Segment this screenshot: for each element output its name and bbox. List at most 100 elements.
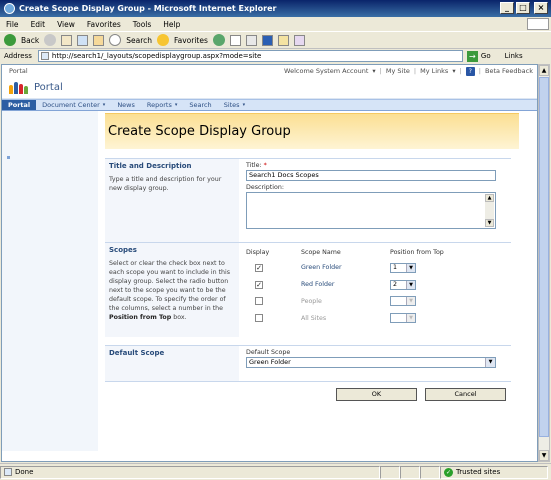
tab-label: Search [189,101,212,109]
position-value [391,297,406,305]
cancel-button[interactable]: Cancel [425,388,506,401]
tab-search[interactable]: Search [183,100,217,110]
section-heading: Title and Description [109,162,192,170]
back-arrow-icon[interactable] [4,34,16,46]
go-arrow-icon: → [466,50,478,62]
title-input[interactable]: Search1 Docs Scopes [246,170,496,181]
scope-name: Green Folder [301,264,342,271]
search-icon[interactable] [109,34,122,46]
print-icon[interactable] [245,34,257,46]
links-button[interactable]: Links [505,52,523,60]
top-links: Welcome System Account ▾ | My Site | My … [284,66,533,76]
favorites-star-icon[interactable] [157,34,169,46]
my-site-link[interactable]: My Site [386,67,410,75]
help-icon[interactable]: ? [465,66,475,76]
tab-label: Portal [8,101,31,109]
main-content: Create Scope Display Group Title and Des… [98,111,537,451]
stop-icon[interactable] [61,34,73,46]
ok-button[interactable]: OK [336,388,417,401]
section-description: Select or clear the check box next to ea… [109,259,235,322]
menu-view[interactable]: View [57,20,75,29]
chevron-down-icon: ▼ [406,297,415,305]
tab-news[interactable]: News [111,100,141,110]
mail-icon[interactable] [229,34,241,46]
chevron-down-icon: ▼ [485,358,495,367]
separator: | [413,67,417,75]
default-scope-value: Green Folder [249,358,291,366]
required-marker: * [263,162,267,169]
tab-label: Document Center [42,101,100,109]
default-scope-select[interactable]: Green Folder ▼ [246,357,496,368]
display-checkbox[interactable]: ✓ [255,263,263,272]
home-icon[interactable] [93,34,105,46]
address-bar: Address http://search1/_layouts/scopedis… [0,48,551,63]
default-scope-label: Default Scope [246,349,291,356]
table-header-row: Display Scope Name Position from Top [246,246,486,259]
menu-tools[interactable]: Tools [133,20,151,29]
chevron-down-icon: ▼ [406,314,415,322]
address-input[interactable]: http://search1/_layouts/scopedisplaygrou… [37,50,463,62]
word-icon[interactable] [261,34,273,46]
tab-document-center[interactable]: Document Center ▾ [36,100,111,110]
scopes-section: Scopes Select or clear the check box nex… [105,242,511,337]
security-zone[interactable]: ✓ Trusted sites [440,465,548,479]
my-links-menu[interactable]: My Links [420,67,448,75]
table-row: ✓ Red Folder 2 ▼ [246,276,486,293]
scope-name: People [301,298,322,305]
menu-file[interactable]: File [6,20,19,29]
tab-portal[interactable]: Portal [2,100,37,110]
site-name[interactable]: Portal [34,82,63,93]
menu-help[interactable]: Help [163,20,180,29]
folder-icon[interactable] [277,34,289,46]
position-select[interactable]: ▼ [390,313,416,323]
beta-feedback-link[interactable]: Beta Feedback [485,67,533,75]
menu-favorites[interactable]: Favorites [87,20,121,29]
minimize-button[interactable]: _ [500,2,514,14]
forward-arrow-icon[interactable] [44,34,57,46]
checkmark-icon: ✓ [444,467,453,477]
page-scrollbar[interactable]: ▲ ▼ [538,64,550,462]
display-checkbox[interactable] [255,296,263,305]
tab-reports[interactable]: Reports ▾ [141,100,183,110]
chevron-down-icon: ▾ [174,102,178,108]
breadcrumb[interactable]: Portal [9,67,28,75]
status-bar: Done ✓ Trusted sites [0,463,551,480]
scopes-table: Display Scope Name Position from Top ✓ G… [246,246,486,327]
separator: | [379,67,382,75]
position-value: 1 [393,263,398,271]
messenger-icon[interactable] [293,34,305,46]
browser-toolbar: Back Search Favorites [0,31,551,48]
go-button[interactable]: → Go [466,50,491,62]
scroll-thumb[interactable] [539,77,549,437]
scroll-up-icon[interactable]: ▲ [485,194,494,202]
table-row: ✓ Green Folder 1 ▼ [246,259,486,276]
sharepoint-top-bar: Portal Welcome System Account ▾ | My Sit… [2,65,537,77]
position-select[interactable]: 1 ▼ [390,262,416,273]
scroll-down-icon[interactable]: ▼ [485,219,494,227]
position-select[interactable]: 2 ▼ [390,279,416,290]
search-button[interactable]: Search [126,36,152,45]
refresh-icon[interactable] [77,34,89,46]
menu-edit[interactable]: Edit [31,20,46,29]
position-select[interactable]: ▼ [390,296,416,306]
favorites-button[interactable]: Favorites [174,36,208,45]
description-textarea[interactable]: ▲ ▼ [246,192,496,229]
back-button[interactable]: Back [21,36,39,45]
scope-name: Red Folder [301,281,335,288]
zone-text: Trusted sites [456,468,501,476]
display-checkbox[interactable] [255,313,263,322]
scroll-up-icon[interactable]: ▲ [539,65,549,76]
status-cell [420,465,440,479]
position-value: 2 [393,280,398,288]
display-checkbox[interactable]: ✓ [255,280,263,289]
close-button[interactable]: × [534,2,548,14]
page-viewport: Portal Welcome System Account ▾ | My Sit… [1,64,538,462]
scroll-down-icon[interactable]: ▼ [539,450,549,461]
tab-sites[interactable]: Sites ▾ [218,100,251,110]
media-icon[interactable] [212,34,225,46]
description-text: Select or clear the check box next to ea… [109,260,231,312]
welcome-menu[interactable]: Welcome System Account [284,67,368,75]
maximize-button[interactable]: □ [516,2,530,14]
textarea-scrollbar[interactable]: ▲ ▼ [485,194,494,227]
windows-logo-icon [527,18,549,30]
